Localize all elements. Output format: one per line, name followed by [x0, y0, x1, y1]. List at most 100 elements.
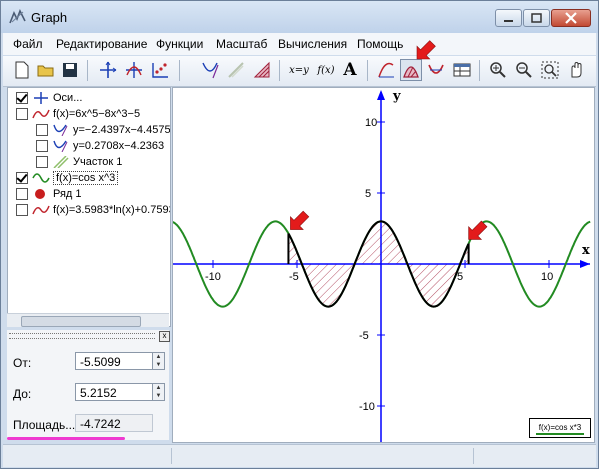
table-button[interactable] [451, 59, 473, 81]
zoom-out-button[interactable] [513, 59, 535, 81]
panel-grip[interactable] [9, 333, 155, 339]
tangent-button[interactable] [199, 59, 221, 81]
to-field[interactable]: 5.2152 [75, 383, 153, 401]
evaluate-icon: f(x) [317, 64, 335, 76]
tree-item-label: y=0.2708x−4.2363 [73, 140, 165, 152]
to-spinner[interactable]: ▲ ▼ [153, 383, 165, 401]
y-axis-arrow [377, 90, 385, 100]
tree-item-function-selected[interactable]: f(x)=cos x^3 [16, 170, 119, 186]
zoom-out-icon [516, 62, 532, 78]
xy-label: x=y [289, 64, 309, 76]
tree-item-label: f(x)=3.5983*ln(x)+0.7593; [53, 204, 171, 216]
graph-legend: f(x)=cos x*3 [529, 418, 591, 438]
function-curve-icon [32, 109, 50, 119]
axes-checkbox[interactable] [16, 92, 28, 104]
x-tick-label: -5 [289, 271, 299, 283]
tangent-checkbox[interactable] [36, 140, 48, 152]
tree-item-tangent[interactable]: y=0.2708x−4.2363 [36, 138, 164, 154]
y-tick-label: 5 [365, 188, 371, 200]
menu-zoom[interactable]: Масштаб [216, 37, 267, 51]
evaluate-xy-button[interactable]: x=y [285, 59, 313, 81]
move-hand-icon [571, 61, 582, 78]
tree-item-shading[interactable]: Участок 1 [36, 154, 122, 170]
open-button[interactable] [35, 59, 57, 81]
menu-calculations[interactable]: Вычисления [278, 37, 347, 51]
x-tick-label: 5 [457, 271, 463, 283]
menu-help[interactable]: Помощь [357, 37, 403, 51]
tree-item-axes[interactable]: Оси... [16, 90, 82, 106]
graph-window: Graph Файл Редактирование Функции Масшта… [0, 0, 599, 469]
maximize-button[interactable] [523, 9, 550, 27]
menu-file[interactable]: Файл [13, 37, 43, 51]
graph-plot-area[interactable]: x y -10 -5 5 10 10 5 -5 -10 [172, 87, 595, 443]
annotation-arrow-icon [416, 40, 436, 60]
shading-checkbox[interactable] [36, 156, 48, 168]
status-segment [3, 448, 172, 464]
point-series-icon [152, 63, 168, 78]
tree-item-series[interactable]: Ряд 1 [16, 186, 82, 202]
legend-svg: f(x)=cos x*3 [536, 423, 584, 435]
toolbar: x=y f(x) A [3, 56, 596, 87]
spin-up-icon[interactable]: ▲ [156, 385, 162, 391]
point-series-button[interactable] [149, 59, 171, 81]
scrollbar-thumb[interactable] [21, 316, 141, 327]
curve-button[interactable] [375, 59, 397, 81]
x-axis-label: x [582, 243, 590, 258]
text-label-button[interactable]: A [339, 59, 361, 81]
menu-functions[interactable]: Функции [156, 37, 203, 51]
save-icon [63, 63, 77, 77]
relation-button[interactable] [251, 59, 273, 81]
function-checkbox[interactable] [16, 108, 28, 120]
tree-item-label: f(x)=6x^5−8x^3−5 [53, 108, 141, 120]
new-button[interactable] [11, 59, 33, 81]
open-folder-icon [37, 65, 54, 77]
menu-edit[interactable]: Редактирование [56, 37, 147, 51]
legend-text: f(x)=cos x*3 [539, 423, 582, 432]
tree-item-label: Участок 1 [73, 156, 123, 168]
graph-canvas[interactable]: x y -10 -5 5 10 10 5 -5 -10 [173, 88, 594, 442]
axes-icon [34, 92, 48, 104]
point-series-icon [35, 189, 45, 199]
spin-down-icon[interactable]: ▼ [156, 362, 162, 368]
tangent-icon [53, 124, 68, 136]
save-button[interactable] [59, 59, 81, 81]
to-label: До: [13, 387, 32, 401]
y-tick-label: 10 [365, 117, 377, 129]
axes-icon [100, 61, 117, 78]
y-tick-label: -10 [359, 401, 375, 413]
tree-item-label: y=−2.4397x−4.4575 [73, 124, 171, 136]
move-button[interactable] [565, 59, 587, 81]
tangent-checkbox[interactable] [36, 124, 48, 136]
function-curve-icon [32, 173, 50, 183]
zoom-in-button[interactable] [487, 59, 509, 81]
title-bar: Graph [1, 1, 598, 33]
zoom-in-icon [490, 62, 506, 78]
minimize-button[interactable] [495, 9, 522, 27]
tree-item-label: f(x)=cos x^3 [53, 171, 119, 185]
spin-down-icon[interactable]: ▼ [156, 393, 162, 399]
function-checkbox[interactable] [16, 204, 28, 216]
panel-close-button[interactable]: x [159, 331, 170, 342]
tree-item-function[interactable]: f(x)=6x^5−8x^3−5 [16, 106, 140, 122]
axes-button[interactable] [97, 59, 119, 81]
tree-horizontal-scrollbar[interactable] [7, 313, 169, 327]
series-checkbox[interactable] [16, 188, 28, 200]
from-field[interactable]: -5.5099 [75, 352, 153, 370]
tree-item-function[interactable]: f(x)=3.5983*ln(x)+0.7593; [16, 202, 171, 218]
x-axis-arrow [580, 260, 590, 268]
insert-function-button[interactable] [123, 59, 145, 81]
minimize-icon [504, 20, 513, 22]
from-spinner[interactable]: ▲ ▼ [153, 352, 165, 370]
function-checkbox[interactable] [16, 172, 28, 184]
from-label: От: [13, 356, 32, 370]
tree-item-label: Ряд 1 [53, 188, 82, 200]
insert-function-icon [126, 62, 142, 78]
maximize-icon [531, 13, 542, 23]
area-label: Площадь...: [13, 418, 79, 432]
zoom-window-button[interactable] [539, 59, 561, 81]
shading-button[interactable] [225, 59, 247, 81]
evaluate-button[interactable]: f(x) [313, 59, 339, 81]
spin-up-icon[interactable]: ▲ [156, 354, 162, 360]
tree-item-tangent[interactable]: y=−2.4397x−4.4575 [36, 122, 171, 138]
close-button[interactable] [551, 9, 591, 27]
